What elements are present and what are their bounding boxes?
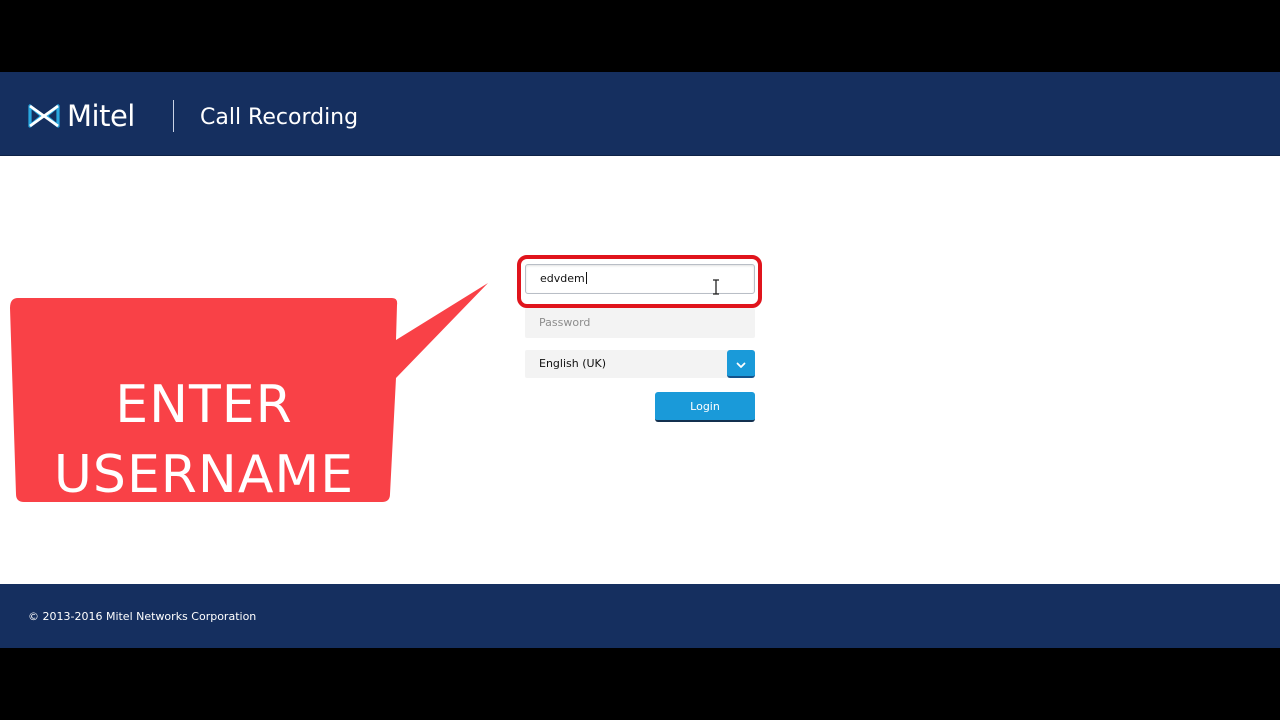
mitel-logo[interactable]: Mitel — [27, 98, 135, 134]
password-placeholder: Password — [539, 316, 591, 329]
app-footer: © 2013-2016 Mitel Networks Corporation — [0, 584, 1280, 648]
letterbox-bottom — [0, 648, 1280, 720]
username-value: edvdem — [540, 272, 585, 285]
login-button[interactable]: Login — [655, 392, 755, 422]
callout-line-username: USERNAME — [53, 445, 355, 505]
chevron-down-icon — [736, 354, 746, 373]
callout-line-enter: ENTER — [115, 375, 293, 435]
app-title: Call Recording — [200, 105, 359, 130]
language-dropdown-button[interactable] — [727, 350, 755, 378]
password-input[interactable]: Password — [525, 308, 755, 338]
text-caret — [585, 272, 587, 284]
login-page: edvdem Password English (UK) Login ENTER… — [0, 156, 1280, 584]
app-header: Mitel Call Recording — [0, 72, 1280, 156]
language-select[interactable]: English (UK) — [525, 350, 755, 378]
mitel-bowtie-icon — [27, 102, 61, 130]
username-input[interactable]: edvdem — [525, 264, 755, 294]
letterbox-top — [0, 0, 1280, 72]
copyright-text: © 2013-2016 Mitel Networks Corporation — [28, 610, 257, 623]
language-selected-value: English (UK) — [539, 357, 607, 370]
text-cursor-icon — [712, 279, 720, 299]
callout-text: ENTER USERNAME — [8, 336, 400, 544]
logo-text: Mitel — [67, 99, 135, 133]
header-divider — [173, 100, 174, 132]
